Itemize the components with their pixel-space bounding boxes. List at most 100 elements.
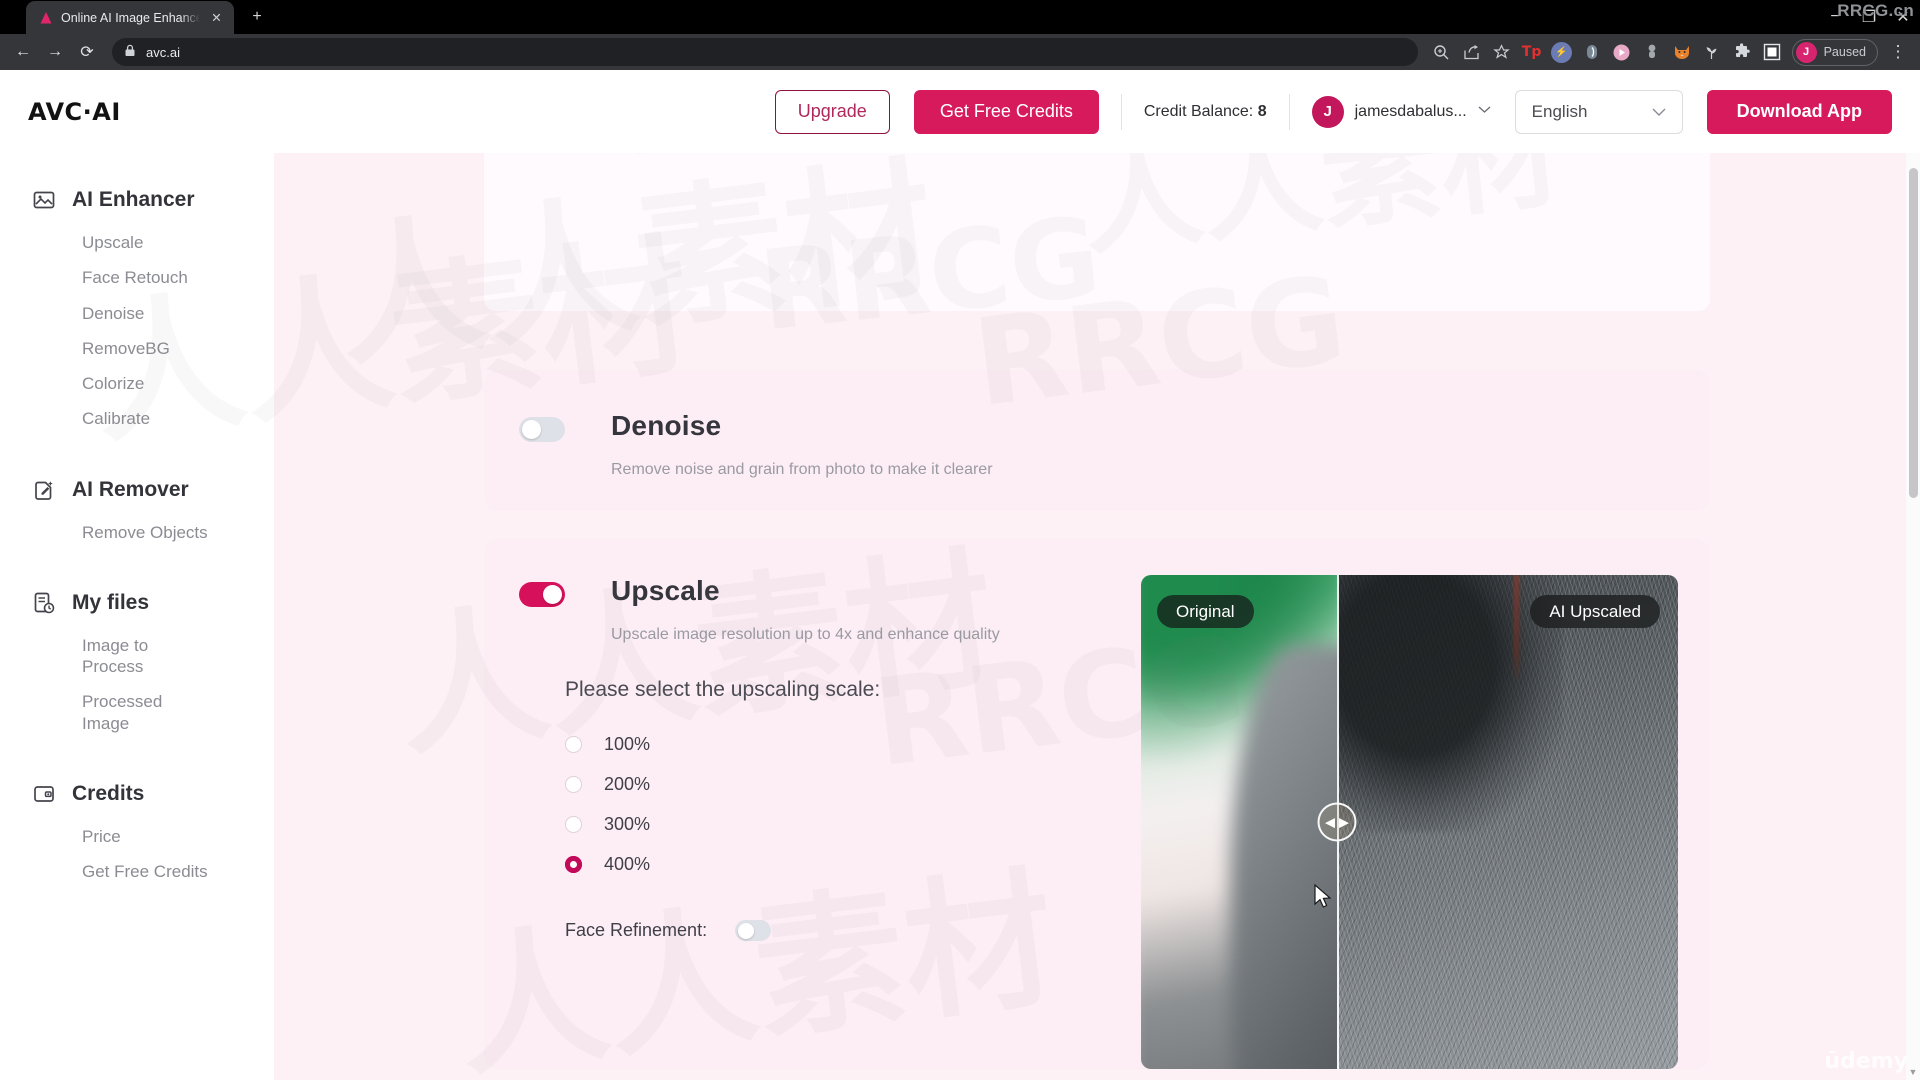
sidebar-group-label: AI Enhancer: [72, 188, 195, 211]
original-image: [1141, 575, 1337, 1069]
chevron-left-icon: ◀: [1325, 814, 1335, 830]
face-refinement-toggle[interactable]: [735, 920, 772, 941]
sidebar-item-get-free-credits[interactable]: Get Free Credits: [0, 854, 274, 889]
compare-original-pane: [1141, 575, 1337, 1069]
get-free-credits-button[interactable]: Get Free Credits: [913, 89, 1099, 134]
denoise-toggle[interactable]: [519, 417, 565, 442]
ai-upscaled-badge: AI Upscaled: [1530, 595, 1660, 628]
page-body: AI Enhancer Upscale Face Retouch Denoise…: [0, 153, 1920, 1080]
sidebar-item-denoise[interactable]: Denoise: [0, 296, 274, 331]
download-app-button[interactable]: Download App: [1706, 89, 1892, 134]
site-header: AVC·AI Upgrade Get Free Credits Credit B…: [0, 70, 1920, 153]
browser-toolbar: ← → ⟳ avc.ai Tp ⚡ J Paused ⋮: [0, 34, 1920, 70]
extension-tp-icon[interactable]: Tp: [1518, 38, 1546, 66]
sidebar-item-image-to-process[interactable]: Image to Process: [0, 628, 274, 685]
sidebar-group-label: My files: [72, 590, 150, 614]
avatar: J: [1311, 95, 1344, 128]
radio-label: 300%: [604, 813, 651, 834]
browser-tab-title: Online AI Image Enhancer that In: [61, 10, 200, 25]
original-badge: Original: [1157, 595, 1254, 628]
credit-balance-label: Credit Balance:: [1143, 102, 1254, 120]
chevron-down-icon: [1478, 101, 1491, 118]
share-icon[interactable]: [1458, 38, 1486, 66]
back-icon[interactable]: ←: [8, 37, 38, 67]
sidebar: AI Enhancer Upscale Face Retouch Denoise…: [0, 153, 274, 1080]
extension-bolt-icon[interactable]: ⚡: [1548, 38, 1576, 66]
language-select[interactable]: English: [1514, 89, 1683, 134]
chevron-right-icon: ▶: [1339, 814, 1349, 830]
radio-icon[interactable]: [565, 775, 582, 793]
page-scrollbar[interactable]: ▲ ▼: [1906, 70, 1920, 1080]
upscale-section: Upscale Upscale image resolution up to 4…: [484, 539, 1710, 1069]
browser-window: Online AI Image Enhancer that In ✕ + − ❐…: [0, 0, 1920, 1080]
sidebar-group-my-files[interactable]: My files: [0, 578, 274, 628]
compare-slider-handle[interactable]: ◀ ▶: [1317, 802, 1357, 842]
site-logo[interactable]: AVC·AI: [28, 98, 121, 126]
sidebar-group-ai-enhancer[interactable]: AI Enhancer: [0, 175, 274, 225]
image-icon: [32, 188, 56, 212]
face-refinement-label: Face Refinement:: [565, 920, 708, 940]
upscale-title: Upscale: [611, 575, 720, 606]
upscaled-image: [1337, 575, 1678, 1069]
files-clock-icon: [32, 591, 56, 615]
avc-logo-icon: [38, 10, 53, 25]
scroll-down-arrow-icon[interactable]: ▼: [1908, 1067, 1918, 1077]
browser-profile-chip[interactable]: J Paused: [1791, 38, 1878, 66]
radio-label: 400%: [604, 853, 651, 874]
sidebar-group-credits[interactable]: Credits: [0, 769, 274, 819]
close-icon[interactable]: ✕: [208, 9, 225, 26]
sidebar-item-price[interactable]: Price: [0, 819, 274, 854]
profile-status-label: Paused: [1823, 45, 1866, 59]
chevron-down-icon: [1652, 102, 1666, 122]
bookmark-star-icon[interactable]: [1488, 38, 1516, 66]
address-bar-url: avc.ai: [146, 44, 180, 60]
extensions-puzzle-icon[interactable]: [1728, 38, 1756, 66]
page-root: RRCG 人人素材 人人素材 RRCG AVC·AI Upgrade Get F…: [0, 70, 1920, 1080]
extension-leaf-icon[interactable]: [1698, 38, 1726, 66]
avatar: J: [1795, 41, 1817, 63]
compare-upscaled-pane: [1337, 575, 1678, 1069]
header-divider-1: [1120, 93, 1122, 130]
header-actions: Upgrade Get Free Credits Credit Balance:…: [774, 89, 1892, 134]
radio-icon[interactable]: [565, 735, 582, 753]
sidebar-item-calibrate[interactable]: Calibrate: [0, 401, 274, 436]
browser-titlebar: Online AI Image Enhancer that In ✕ + − ❐…: [0, 0, 1920, 34]
udemy-watermark: ūdemy: [1824, 1049, 1908, 1074]
main-content: 人人素材 RRCG 人人素材 RRCG 人人素材 Denoise Remove …: [274, 153, 1920, 1080]
sidebar-group-ai-remover[interactable]: AI Remover: [0, 465, 274, 515]
denoise-description: Remove noise and grain from photo to mak…: [611, 461, 993, 478]
sidebar-item-colorize[interactable]: Colorize: [0, 366, 274, 401]
extension-surfshark-icon[interactable]: [1578, 38, 1606, 66]
radio-label: 200%: [604, 773, 651, 794]
user-menu[interactable]: J jamesdabalus...: [1311, 95, 1491, 128]
lock-icon: [124, 44, 136, 60]
language-select-value: English: [1531, 101, 1588, 121]
extension-square-icon[interactable]: [1758, 38, 1786, 66]
extension-pin-icon[interactable]: [1638, 38, 1666, 66]
sidebar-item-processed-image[interactable]: Processed Image: [0, 684, 274, 741]
address-bar[interactable]: avc.ai: [112, 38, 1418, 66]
reload-icon[interactable]: ⟳: [72, 37, 102, 67]
denoise-header: Denoise Remove noise and grain from phot…: [484, 410, 1710, 479]
sidebar-item-face-retouch[interactable]: Face Retouch: [0, 260, 274, 295]
wallet-icon: [32, 782, 56, 806]
browser-tab[interactable]: Online AI Image Enhancer that In ✕: [26, 1, 234, 34]
new-tab-button[interactable]: +: [243, 3, 271, 31]
sidebar-item-upscale[interactable]: Upscale: [0, 225, 274, 260]
forward-icon[interactable]: →: [40, 37, 70, 67]
upscale-toggle[interactable]: [519, 582, 565, 607]
extension-fox-icon[interactable]: [1668, 38, 1696, 66]
upgrade-button[interactable]: Upgrade: [774, 89, 890, 134]
radio-icon-selected[interactable]: [565, 855, 582, 873]
credit-balance: Credit Balance: 8: [1144, 103, 1267, 121]
extension-play-icon[interactable]: [1608, 38, 1636, 66]
browser-menu-icon[interactable]: ⋮: [1884, 38, 1912, 66]
image-compare-widget[interactable]: Original AI Upscaled ◀ ▶: [1141, 575, 1678, 1069]
scrollbar-thumb[interactable]: [1909, 168, 1918, 498]
sidebar-group-label: AI Remover: [72, 477, 189, 501]
radio-icon[interactable]: [565, 815, 582, 833]
radio-label: 100%: [604, 733, 651, 754]
zoom-search-icon[interactable]: [1428, 38, 1456, 66]
sidebar-item-remove-objects[interactable]: Remove Objects: [0, 515, 274, 550]
sidebar-item-removebg[interactable]: RemoveBG: [0, 331, 274, 366]
